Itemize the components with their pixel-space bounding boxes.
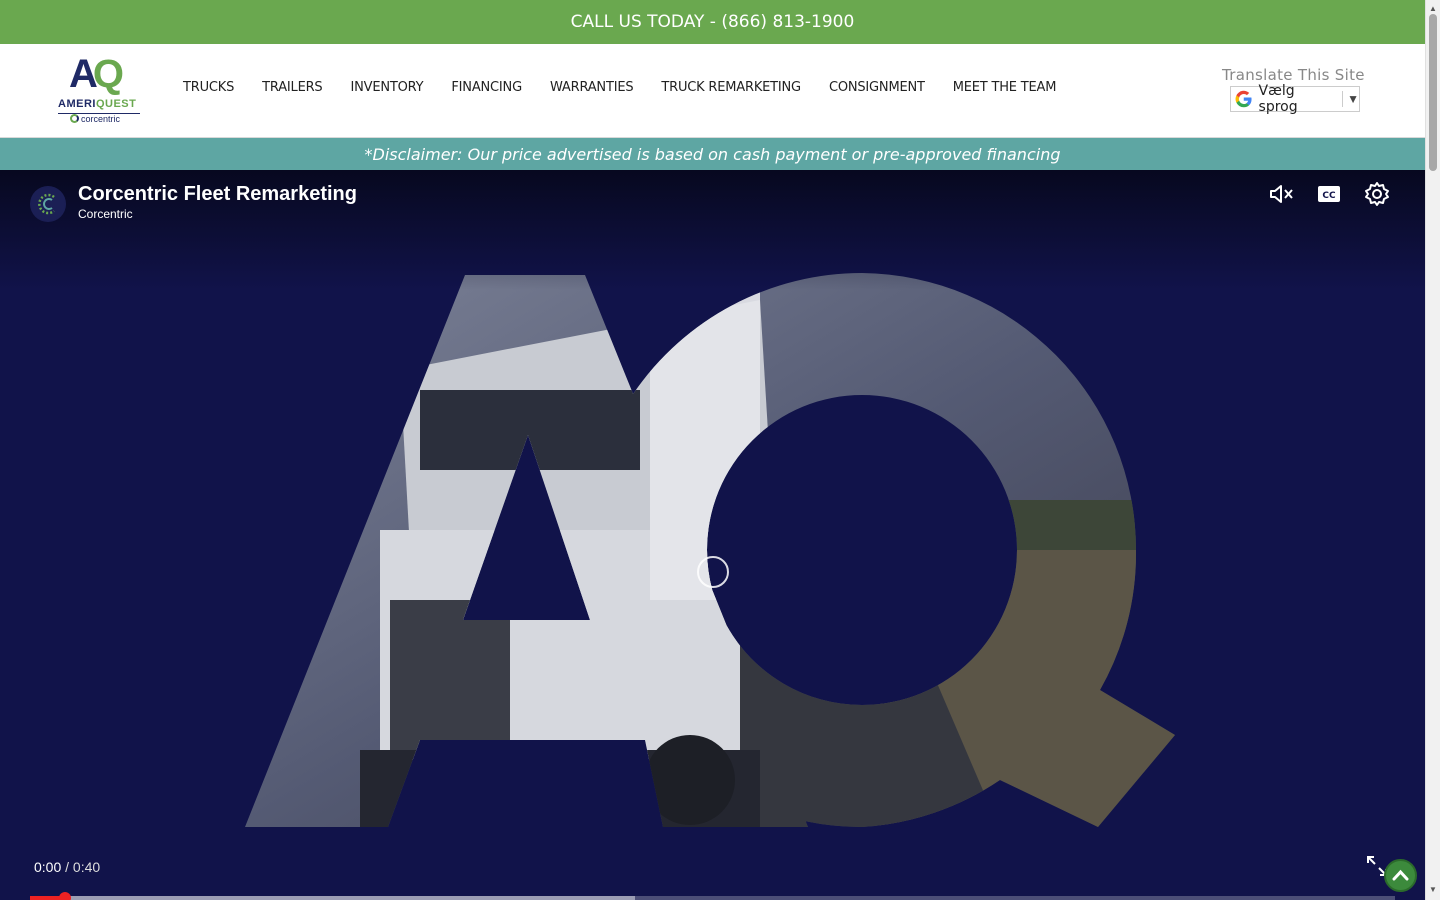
- select-separator: [1342, 91, 1344, 107]
- language-select-value: Vælg sprog: [1258, 83, 1298, 115]
- price-disclaimer: *Disclaimer: Our price advertised is bas…: [0, 138, 1425, 170]
- svg-text:CC: CC: [1322, 191, 1336, 201]
- time-current: 0:00: [34, 859, 62, 875]
- logo-mark-a: A: [69, 52, 98, 96]
- ameriquest-logo[interactable]: AQ AMERIQUEST corcentric: [56, 52, 142, 132]
- video-progress-bar[interactable]: [30, 892, 1395, 900]
- nav-item-financing[interactable]: FINANCING: [451, 80, 522, 95]
- nav-item-trailers[interactable]: TRAILERS: [262, 80, 323, 95]
- muted-speaker-icon: [1270, 185, 1293, 203]
- scroll-up-arrow-icon[interactable]: ▲: [1429, 4, 1437, 13]
- time-duration: 0:40: [72, 859, 101, 875]
- translate-label: Translate This Site: [1222, 66, 1365, 84]
- nav-item-warranties[interactable]: WARRANTIES: [550, 80, 634, 95]
- chevron-up-icon: [1392, 869, 1409, 881]
- top-call-bar: CALL US TODAY - (866) 813-1900: [0, 0, 1425, 44]
- dropdown-arrow-icon: ▼: [1347, 92, 1359, 106]
- mute-button[interactable]: [1267, 180, 1295, 208]
- settings-button[interactable]: [1363, 180, 1391, 208]
- logo-mark-q: Q: [92, 52, 124, 96]
- nav-item-truck-remarketing[interactable]: TRUCK REMARKETING: [661, 80, 801, 95]
- page-scrollbar[interactable]: ▲ ▼: [1425, 0, 1440, 900]
- nav-item-inventory[interactable]: INVENTORY: [350, 80, 423, 95]
- corcentric-channel-icon: [31, 187, 65, 221]
- video-player[interactable]: Corcentric Fleet Remarketing Corcentric …: [0, 170, 1425, 900]
- nav-item-trucks[interactable]: TRUCKS: [183, 80, 234, 95]
- channel-avatar[interactable]: [30, 186, 66, 222]
- video-channel-name[interactable]: Corcentric: [78, 207, 133, 221]
- logo-sub-text: corcentric: [81, 114, 121, 124]
- logo-mark: AQ: [69, 52, 124, 97]
- google-icon: [1235, 90, 1252, 108]
- closed-captions-icon: CC: [1318, 186, 1340, 202]
- translate-widget: Translate This Site Vælg sprog ▼: [1222, 66, 1372, 115]
- site-header: AQ AMERIQUEST corcentric TRUCKS TRAILERS…: [0, 44, 1425, 138]
- logo-subtitle: corcentric: [70, 114, 120, 124]
- scrollbar-thumb[interactable]: [1429, 14, 1437, 171]
- time-separator: /: [61, 859, 73, 875]
- loading-spinner-icon: [697, 556, 729, 588]
- logo-brand-ameri: AMERI: [58, 98, 96, 110]
- video-title[interactable]: Corcentric Fleet Remarketing: [78, 183, 357, 206]
- nav-item-consignment[interactable]: CONSIGNMENT: [829, 80, 925, 95]
- logo-brand: AMERIQUEST: [58, 98, 136, 110]
- corcentric-icon: [70, 114, 79, 123]
- video-timecode: 0:00 / 0:40: [34, 859, 100, 875]
- progress-buffered: [30, 896, 635, 900]
- logo-brand-quest: QUEST: [95, 98, 137, 110]
- scroll-down-arrow-icon[interactable]: ▼: [1429, 885, 1437, 894]
- captions-button[interactable]: CC: [1315, 180, 1343, 208]
- gear-icon: [1365, 182, 1389, 206]
- scroll-to-top-button[interactable]: [1384, 859, 1417, 892]
- call-us-link[interactable]: CALL US TODAY - (866) 813-1900: [571, 12, 855, 32]
- main-nav: TRUCKS TRAILERS INVENTORY FINANCING WARR…: [183, 80, 1084, 95]
- nav-item-meet-the-team[interactable]: MEET THE TEAM: [953, 80, 1057, 95]
- language-select[interactable]: Vælg sprog ▼: [1230, 83, 1360, 115]
